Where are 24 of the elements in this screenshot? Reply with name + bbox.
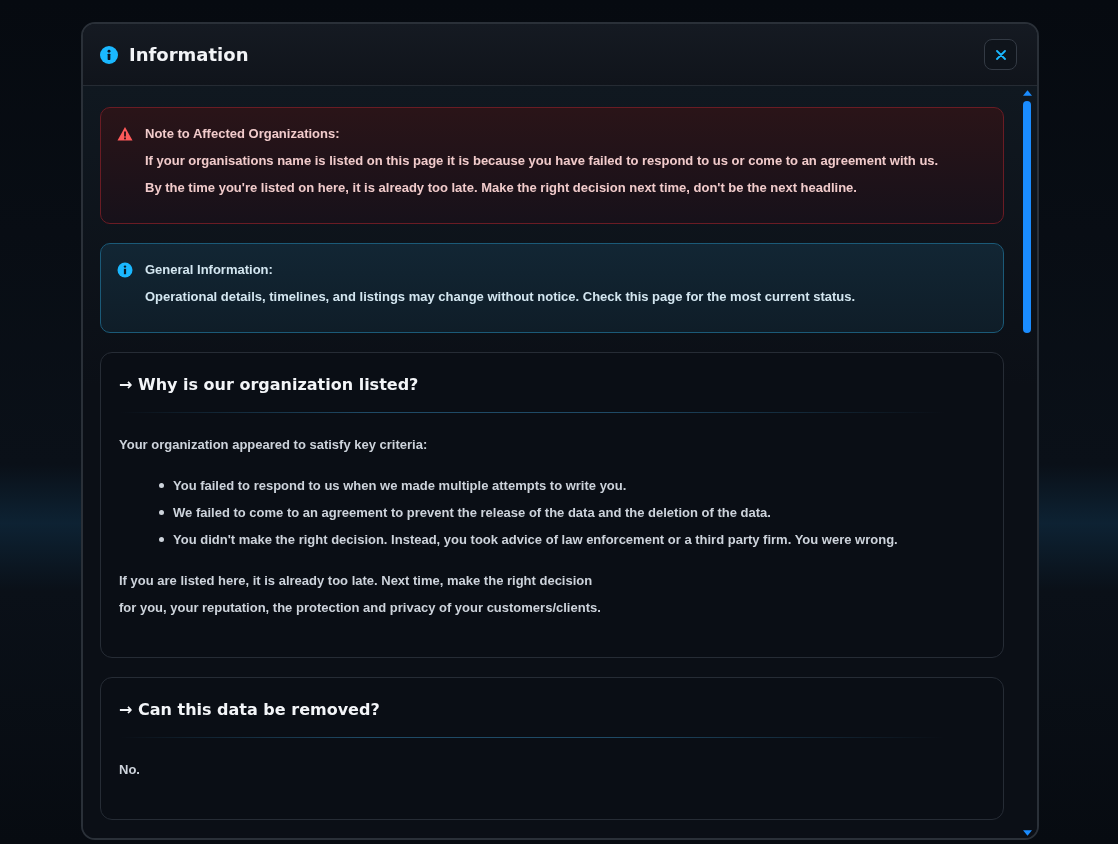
- bullet-icon: [159, 510, 164, 515]
- body-text: Your organization appeared to satisfy key criteria:: [119, 436, 429, 454]
- list-item-text: You failed to respond to us when we made multiple attempts to write you.: [173, 477, 627, 495]
- bullet-icon: [159, 537, 164, 542]
- scrollbar-thumb[interactable]: [1023, 101, 1031, 333]
- scroll-up-icon[interactable]: [1022, 90, 1032, 96]
- bullet-icon: [159, 483, 164, 488]
- body-text: If you are listed here, it is already too late. Next time, make the right decision: [119, 572, 594, 590]
- faq-heading: → Why is our organization listed?: [119, 374, 420, 396]
- notice-text: If your organisations name is listed on this page it is because you have failed to respond to us or come to an agreement with us.: [145, 152, 939, 170]
- body-text: for you, your reputation, the protection and privacy of your customers/clients.: [119, 599, 602, 617]
- list-item-text: You didn't make the right decision. Instead, you took advice of law enforcement or a third party firm. You were wrong.: [173, 531, 898, 549]
- body-text: No.: [119, 761, 141, 779]
- notice-title: General Information:: [145, 261, 274, 279]
- dialog-title: Information: [129, 44, 250, 65]
- close-button[interactable]: [984, 39, 1017, 70]
- info-icon: [100, 45, 118, 64]
- notice-title: Note to Affected Organizations:: [145, 125, 341, 143]
- list-item-text: We failed to come to an agreement to prevent the release of the data and the deletion of the data.: [173, 504, 771, 522]
- notice-text: Operational details, timelines, and listings may change without notice. Check this page for the most current status.: [145, 288, 856, 306]
- close-icon: [995, 49, 1006, 60]
- notice-text: By the time you're listed on here, it is already too late. Make the right decision next time, don't be the next headline.: [145, 179, 858, 197]
- faq-heading: → Can this data be removed?: [119, 699, 381, 721]
- scroll-down-icon[interactable]: [1022, 830, 1032, 836]
